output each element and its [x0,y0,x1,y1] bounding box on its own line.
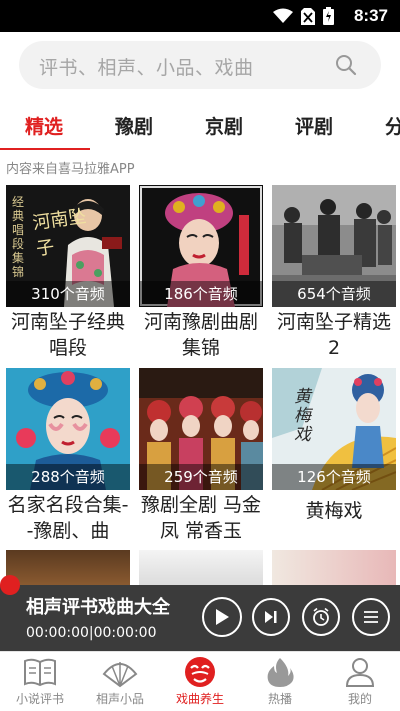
skip-next-icon [265,611,277,623]
nav-label: 我的 [347,692,372,706]
opera-mask-icon [185,657,215,687]
status-icons [273,7,334,25]
nav-item-novels[interactable]: 小说评书 [0,652,80,711]
player-progress-dot[interactable] [0,575,20,595]
tab-jingju[interactable]: 京剧 [205,112,243,139]
tab-more[interactable]: 分 [385,112,400,139]
search-area: 评书、相声、小品、戏曲 [0,32,400,98]
bottom-navigation: 小说评书 相声小品 戏曲养生 热播 我的 [0,651,400,711]
album-cover: 654个音频 [272,185,396,307]
source-note: 内容来自喜马拉雅APP [6,162,135,177]
active-tab-indicator [0,148,90,150]
album-cover: 186个音频 [139,185,263,307]
status-time: 8:37 [353,6,388,25]
album-title: 名家名段合集--豫剧、曲 [7,494,129,542]
album-cover: 288个音频 [6,368,130,490]
player-title: 相声评书戏曲大全 [26,597,170,618]
album-cover [139,550,263,585]
mini-player[interactable]: 相声评书戏曲大全 00:00:00|00:00:00 [0,575,400,651]
fan-icon [102,662,138,688]
album-cover [272,550,396,585]
wifi-icon [273,8,293,23]
track-count: 654个音频 [272,281,396,307]
album-title: 豫剧全剧 马金凤 常香玉 [140,494,262,542]
track-count: 186个音频 [139,281,263,307]
person-icon [345,658,375,687]
nav-label: 小说评书 [15,692,64,706]
album-title: 黄梅戏 [305,500,363,522]
album-title: 河南坠子精选2 [276,311,391,359]
tab-pingju[interactable]: 评剧 [295,112,333,139]
search-placeholder: 评书、相声、小品、戏曲 [39,57,254,79]
nav-label: 戏曲养生 [175,692,224,706]
album-card-partial[interactable] [6,550,130,585]
nav-item-crosstalk[interactable]: 相声小品 [80,652,160,711]
book-icon [24,658,56,687]
album-cover: 黄梅戏 126个音频 [272,368,396,490]
battery-icon [323,7,334,25]
nav-item-profile[interactable]: 我的 [320,652,400,711]
no-sim-icon [301,7,315,25]
play-button[interactable] [202,597,242,637]
status-bar: 8:37 [0,0,400,32]
play-icon [216,609,229,625]
tab-featured[interactable]: 精选 [25,112,63,139]
album-title: 河南豫剧曲剧集锦 [143,311,258,359]
track-count: 288个音频 [6,464,130,490]
player-time: 00:00:00|00:00:00 [26,625,157,641]
cover-title-text: 河南坠子 [31,205,88,260]
nav-item-trending[interactable]: 热播 [240,652,320,711]
nav-label: 热播 [267,692,292,706]
album-title: 河南坠子经典唱段 [10,311,125,359]
alarm-clock-icon [313,607,329,626]
album-cover: 河南坠子 经典唱段集锦 310个音频 [6,185,130,307]
next-button[interactable] [252,598,290,636]
playlist-button[interactable] [352,598,390,636]
album-card-partial[interactable] [139,550,263,585]
nav-item-opera[interactable]: 戏曲养生 [160,652,240,711]
menu-list-icon [364,611,378,623]
track-count: 259个音频 [139,464,263,490]
nav-label: 相声小品 [95,692,144,706]
timer-button[interactable] [302,598,340,636]
album-cover [6,550,130,585]
cover-side-text: 经典唱段集锦 [12,195,25,279]
album-cover: 259个音频 [139,368,263,490]
album-card-partial[interactable] [272,550,396,585]
tab-yuju[interactable]: 豫剧 [115,112,153,139]
search-input[interactable]: 评书、相声、小品、戏曲 [19,41,381,89]
search-icon[interactable] [335,54,357,76]
track-count: 126个音频 [272,464,396,490]
track-count: 310个音频 [6,281,130,307]
cover-title-text: 黄梅戏 [294,387,311,445]
flame-icon [267,658,294,687]
category-tabs: 精选 豫剧 京剧 评剧 分 [0,98,400,150]
